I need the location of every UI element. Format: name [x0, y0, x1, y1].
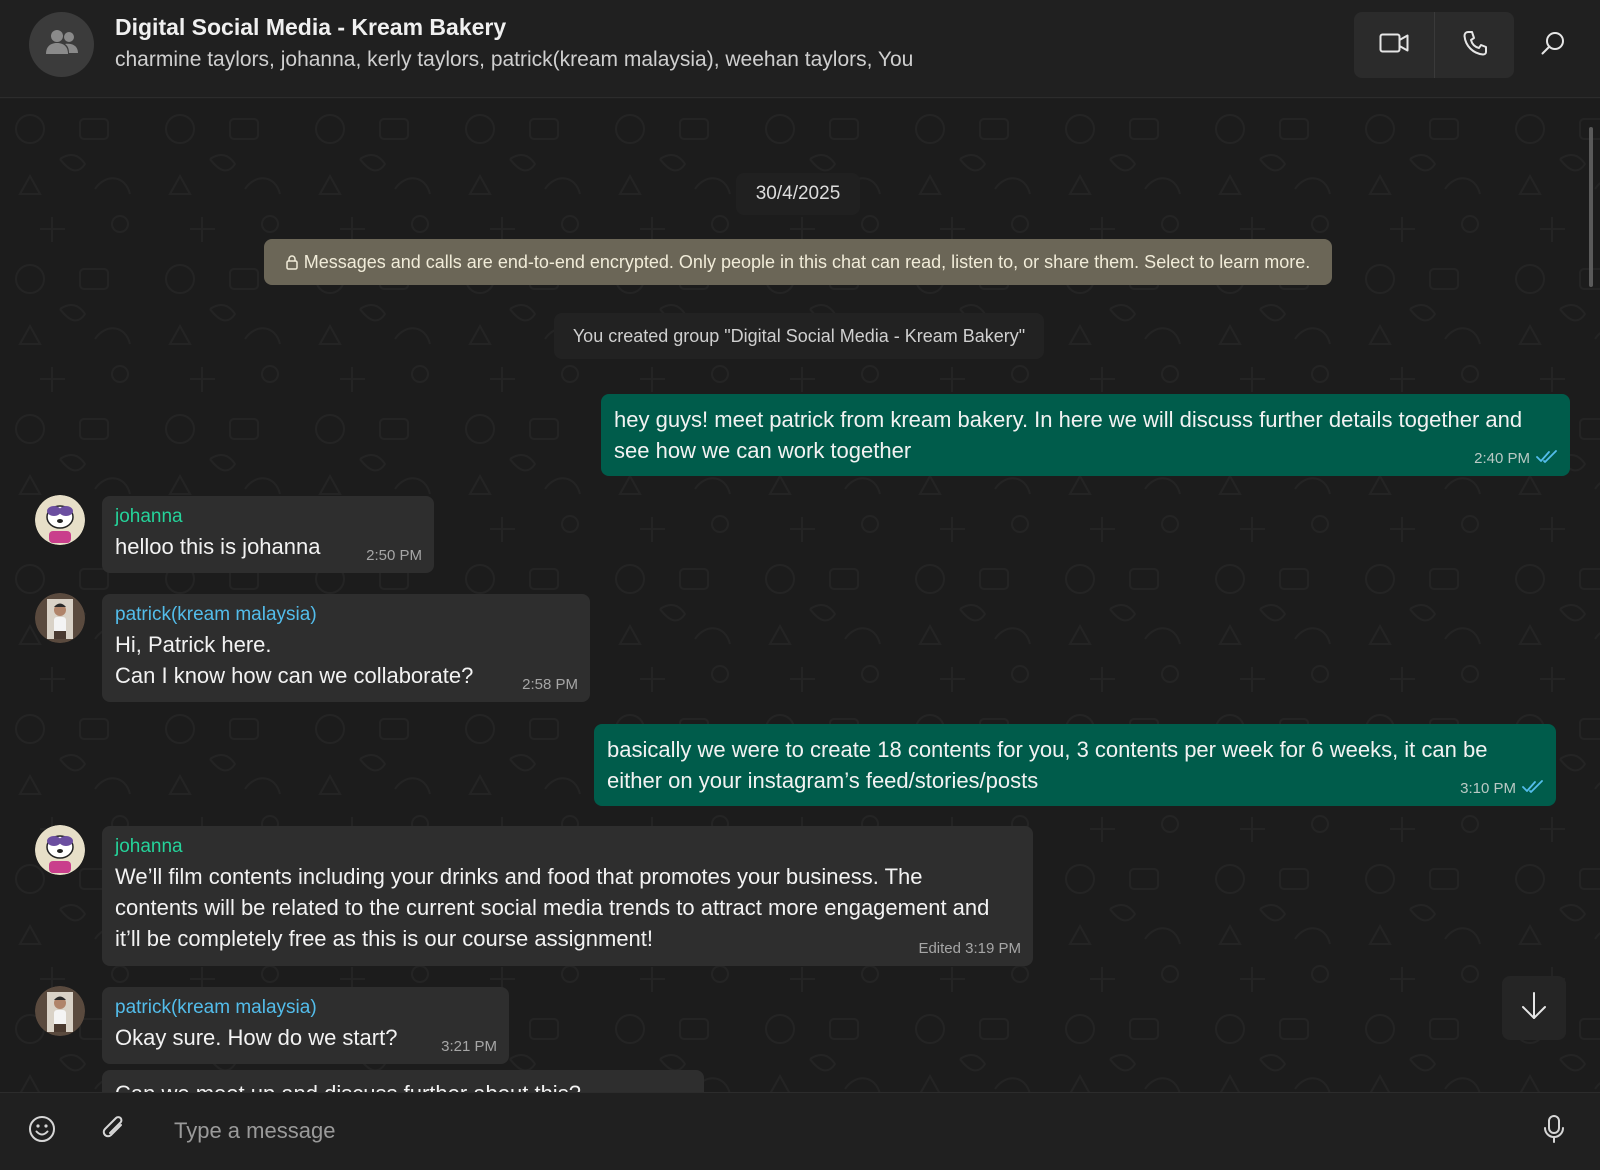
message-meta: 3:21 PM: [441, 1038, 497, 1055]
group-icon: [45, 28, 79, 61]
message-meta: 2:58 PM: [522, 676, 578, 693]
incoming-message[interactable]: patrick(kream malaysia) Okay sure. How d…: [102, 987, 509, 1064]
attach-button[interactable]: [92, 1109, 136, 1153]
message-text: hey guys! meet patrick from kream bakery…: [614, 407, 1523, 463]
message-list[interactable]: 30/4/2025 Messages and calls are end-to-…: [0, 99, 1600, 1092]
chat-scrollbar[interactable]: [1589, 127, 1593, 287]
message-time: 2:50 PM: [366, 547, 422, 564]
message-composer: [0, 1092, 1600, 1170]
message-text: Okay sure. How do we start?: [115, 1025, 398, 1050]
encryption-notice[interactable]: Messages and calls are end-to-end encryp…: [264, 239, 1332, 285]
message-text: Can we meet up and discuss further about…: [115, 1078, 691, 1092]
message-time: Edited 3:19 PM: [918, 940, 1021, 957]
system-message: You created group "Digital Social Media …: [554, 313, 1044, 359]
outgoing-message[interactable]: hey guys! meet patrick from kream bakery…: [601, 394, 1570, 476]
incoming-message[interactable]: Can we meet up and discuss further about…: [102, 1070, 704, 1092]
encryption-notice-text: Messages and calls are end-to-end encryp…: [303, 251, 1311, 272]
message-input[interactable]: [164, 1106, 1484, 1156]
search-button[interactable]: [1530, 22, 1576, 68]
outgoing-message[interactable]: basically we were to create 18 contents …: [594, 724, 1556, 806]
message-sender[interactable]: patrick(kream malaysia): [115, 997, 496, 1019]
avatar-patrick[interactable]: [35, 986, 85, 1036]
chat-title[interactable]: Digital Social Media - Kream Bakery: [115, 14, 506, 41]
video-call-button[interactable]: [1354, 12, 1434, 78]
group-avatar[interactable]: [29, 12, 94, 77]
message-text-line: Hi, Patrick here.: [115, 632, 272, 657]
message-meta: 2:50 PM: [366, 547, 422, 564]
double-check-icon: [1536, 450, 1558, 467]
avatar-patrick[interactable]: [35, 593, 85, 643]
message-time: 2:58 PM: [522, 676, 578, 693]
incoming-message[interactable]: patrick(kream malaysia) Hi, Patrick here…: [102, 594, 590, 702]
double-check-icon: [1522, 780, 1544, 797]
message-text: basically we were to create 18 contents …: [607, 737, 1488, 793]
voice-call-button[interactable]: [1434, 12, 1514, 78]
message-meta: 3:10 PM: [1460, 780, 1544, 797]
voice-call-icon: [1463, 30, 1487, 61]
search-icon: [1540, 30, 1566, 61]
avatar-johanna[interactable]: [35, 825, 85, 875]
message-sender[interactable]: johanna: [115, 506, 421, 528]
chat-header: Digital Social Media - Kream Bakery char…: [0, 0, 1600, 98]
scroll-to-bottom-button[interactable]: [1502, 976, 1566, 1040]
call-buttons: [1354, 12, 1514, 78]
message-meta: 2:40 PM: [1474, 450, 1558, 467]
message-time: 3:10 PM: [1460, 780, 1516, 797]
incoming-message[interactable]: johanna helloo this is johanna 2:50 PM: [102, 496, 434, 573]
video-call-icon: [1379, 32, 1409, 59]
attach-icon: [101, 1115, 127, 1148]
emoji-icon: [28, 1115, 56, 1148]
date-separator: 30/4/2025: [736, 173, 860, 215]
message-text: We’ll film contents including your drink…: [115, 864, 990, 951]
group-members[interactable]: charmine taylors, johanna, kerly taylors…: [115, 48, 913, 72]
incoming-message[interactable]: johanna We’ll film contents including yo…: [102, 826, 1033, 966]
lock-icon: [285, 254, 298, 270]
message-sender[interactable]: patrick(kream malaysia): [115, 604, 577, 626]
message-text-line: Can I know how can we collaborate?: [115, 663, 474, 688]
message-meta: Edited 3:19 PM: [918, 940, 1021, 957]
voice-message-button[interactable]: [1532, 1109, 1576, 1153]
message-sender[interactable]: johanna: [115, 836, 1020, 858]
avatar-johanna[interactable]: [35, 495, 85, 545]
emoji-button[interactable]: [20, 1109, 64, 1153]
microphone-icon: [1543, 1114, 1565, 1149]
message-time: 2:40 PM: [1474, 450, 1530, 467]
arrow-down-icon: [1520, 991, 1548, 1026]
message-time: 3:21 PM: [441, 1038, 497, 1055]
